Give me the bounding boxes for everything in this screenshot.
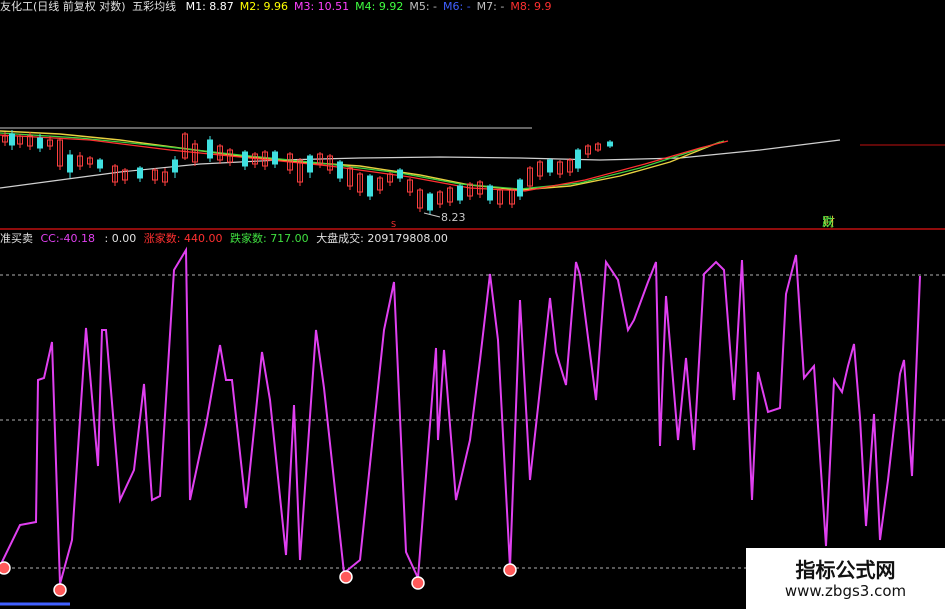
ma-value-7: M7: - — [476, 0, 505, 13]
side-label-die: 跌 — [822, 215, 835, 229]
chart-canvas: 8.23 S — [0, 127, 945, 606]
indicator-name: 五彩均线 — [132, 0, 177, 13]
stock-title: 友化工(日线 前复权 对数) — [0, 0, 126, 13]
ma-red-line — [0, 134, 729, 192]
oscillator-line — [0, 246, 921, 585]
buy-signal-dots — [0, 561, 517, 597]
candle-body — [242, 151, 248, 167]
top-header: 友化工(日线 前复权 对数) 五彩均线 M1: 8.87 M2: 9.96 M3: … — [0, 1, 552, 13]
ma-value-6: M6: - — [443, 0, 471, 13]
ma-value-1: M1: 8.87 — [185, 0, 234, 13]
watermark-url: www.zbgs3.com — [784, 582, 907, 600]
zero-value: : 0.00 — [104, 232, 137, 245]
buy-signal-dot — [339, 570, 353, 584]
buy-signal-dot — [53, 583, 67, 597]
candle-body — [172, 159, 178, 173]
candle-body — [367, 175, 373, 197]
buy-signal-dot — [0, 561, 11, 575]
candle-body — [97, 159, 103, 169]
low-price-pointer — [423, 212, 441, 218]
candle-body — [207, 139, 213, 159]
ma-value-2: M2: 9.96 — [239, 0, 288, 13]
ma-value-4: M4: 9.92 — [355, 0, 404, 13]
low-price-label: 8.23 — [441, 211, 466, 224]
candlestick-group — [2, 130, 613, 214]
down-count-label: 跌家数: — [229, 232, 267, 245]
candle-body — [487, 185, 493, 201]
ma-white-line — [0, 139, 841, 189]
volume-label: 大盘成交: — [316, 232, 364, 245]
candle-body — [37, 137, 43, 149]
ma-value-5: M5: - — [409, 0, 437, 13]
candle-body — [575, 149, 581, 169]
candle-body — [137, 167, 143, 179]
ma-value-8: M8: 9.9 — [510, 0, 552, 13]
bottom-header: 准买卖 CC:-40.18 : 0.00 涨家数: 440.00 跌家数: 71… — [0, 233, 448, 245]
candle-body — [307, 155, 313, 173]
watermark-title: 指标公式网 — [795, 558, 896, 582]
cc-label: CC: — [40, 232, 60, 245]
up-count-label: 涨家数: — [143, 232, 181, 245]
candle-body — [9, 133, 15, 146]
candle-body — [397, 169, 403, 179]
candle-body — [67, 154, 73, 173]
ma-value-3: M3: 10.51 — [293, 0, 350, 13]
cc-value: -40.18 — [59, 232, 96, 245]
volume-value: 209179808.00 — [367, 232, 448, 245]
candle-body — [272, 151, 278, 165]
candle-body — [607, 141, 613, 147]
buy-signal-dot — [411, 576, 425, 590]
buy-signal-dot — [503, 563, 517, 577]
candle-body — [517, 179, 523, 197]
ma-values: M1: 8.87 M2: 9.96 M3: 10.51 M4: 9.92 M5: - M6… — [180, 0, 552, 13]
osc-name: 准买卖 — [0, 232, 33, 245]
candle-body — [457, 185, 463, 201]
down-count-value: 717.00 — [270, 232, 309, 245]
sell-marker: S — [391, 220, 396, 229]
candle-body — [547, 159, 553, 173]
up-count-value: 440.00 — [183, 232, 223, 245]
candle-body — [427, 193, 433, 211]
watermark: 指标公式网 www.zbgs3.com — [746, 548, 945, 609]
candle-body — [337, 161, 343, 179]
